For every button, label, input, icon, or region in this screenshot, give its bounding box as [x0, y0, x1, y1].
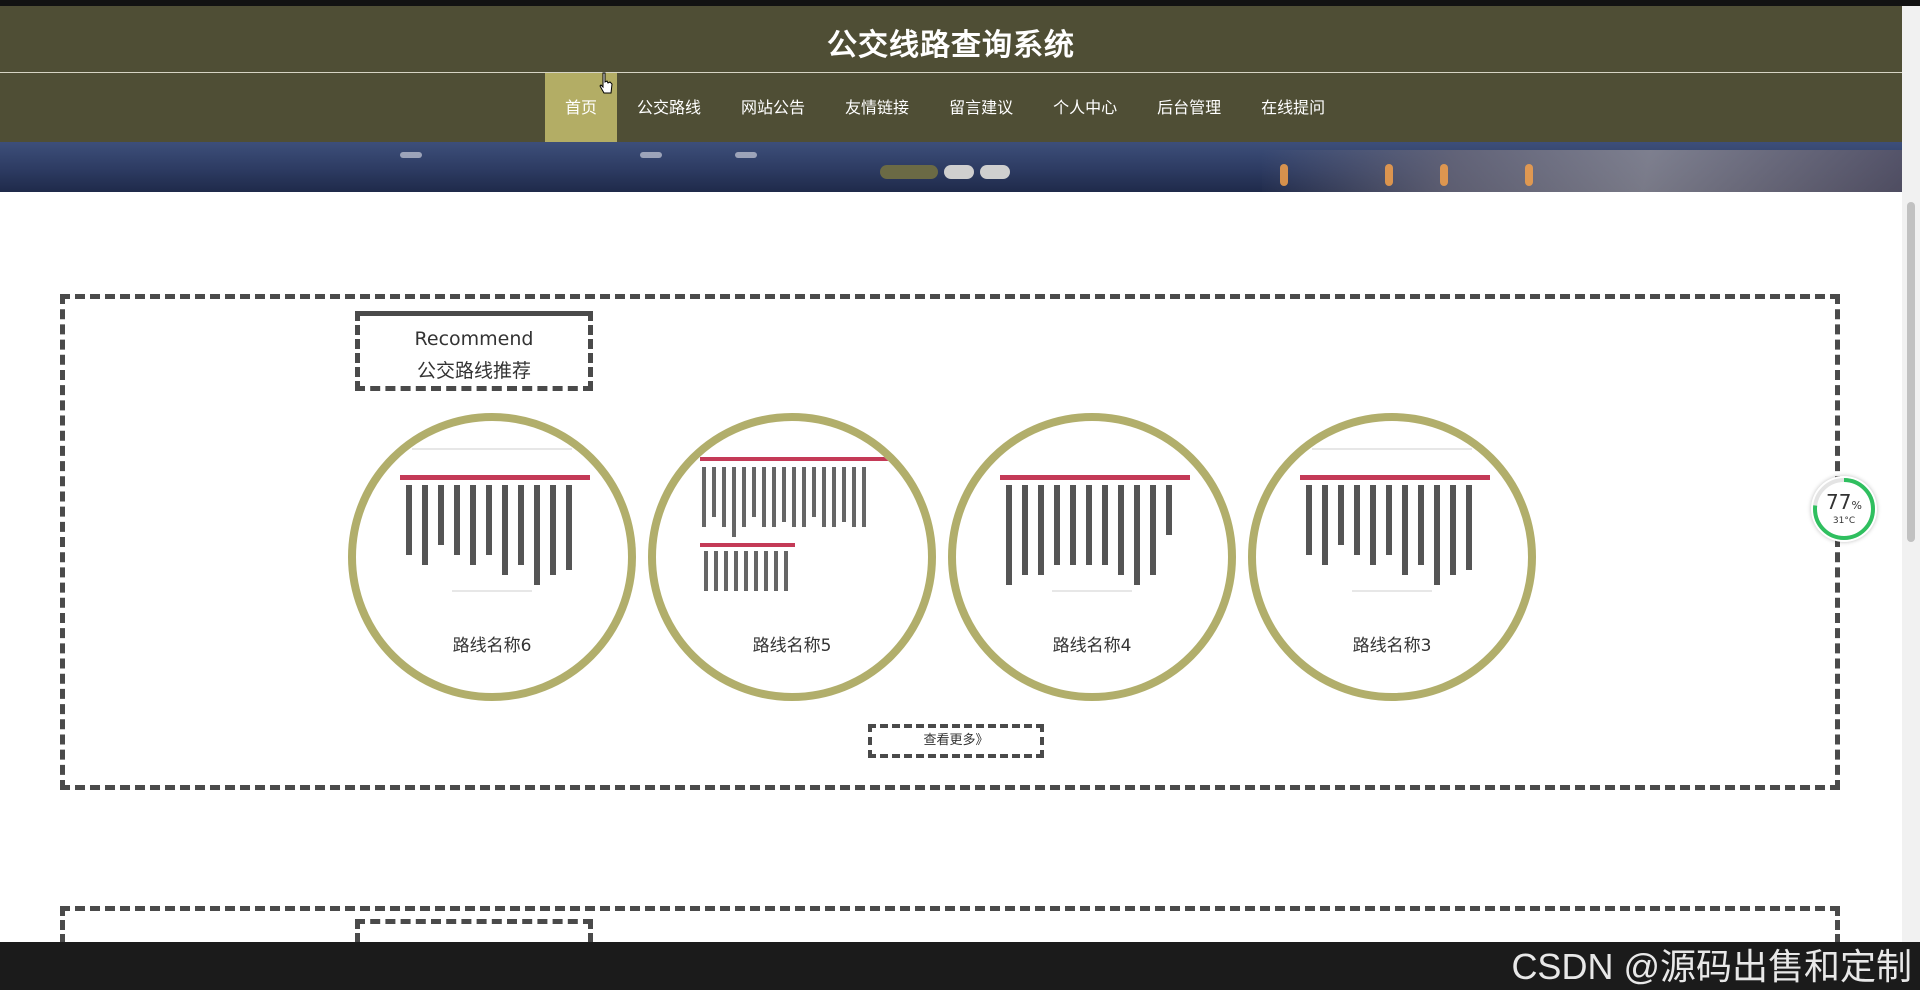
banner-boat: [640, 152, 662, 158]
banner-light: [1385, 164, 1393, 186]
performance-widget[interactable]: 77% 31°C: [1811, 476, 1877, 542]
route-schedule-image: [400, 448, 590, 592]
route-schedule-image: [1000, 475, 1190, 592]
banner-shore: [1262, 150, 1902, 192]
carousel-dot-1[interactable]: [880, 165, 938, 179]
widget-temperature: 31°C: [1832, 516, 1856, 526]
second-section-heading: [355, 919, 593, 942]
route-card[interactable]: 路线名称3: [1248, 413, 1536, 701]
screen: 公交线路查询系统 首页 公交路线 网站公告 友情链接 留言建议 个人中心 后台管…: [0, 0, 1920, 990]
nav-item-admin[interactable]: 后台管理: [1137, 73, 1241, 142]
second-section: [60, 906, 1840, 942]
route-name: 路线名称5: [752, 636, 832, 656]
carousel-dots: [880, 165, 1010, 179]
banner-light: [1440, 164, 1448, 186]
nav-item-announcements[interactable]: 网站公告: [721, 73, 825, 142]
route-schedule-image: [1300, 448, 1490, 592]
banner-light: [1280, 164, 1288, 186]
widget-percent-value: 77: [1826, 490, 1852, 514]
widget-percent: 77%: [1811, 490, 1877, 514]
carousel-dot-2[interactable]: [944, 165, 974, 179]
route-card[interactable]: 路线名称4: [948, 413, 1236, 701]
nav-item-user-center[interactable]: 个人中心: [1033, 73, 1137, 142]
nav-item-friend-links[interactable]: 友情链接: [825, 73, 929, 142]
recommend-heading: Recommend 公交路线推荐: [355, 311, 593, 391]
mouse-cursor-icon: [599, 72, 613, 94]
page: 公交线路查询系统 首页 公交路线 网站公告 友情链接 留言建议 个人中心 后台管…: [0, 6, 1902, 942]
nav-item-online-question[interactable]: 在线提问: [1241, 73, 1345, 142]
route-cards: 路线名称6 路线名称5 路线名称4 路线名称3: [348, 413, 1536, 701]
recommend-section: Recommend 公交路线推荐 路线名称6 路线名称5 路线名称4 路线名称3…: [60, 294, 1840, 790]
nav-list: 首页 公交路线 网站公告 友情链接 留言建议 个人中心 后台管理 在线提问: [545, 73, 1345, 142]
route-name: 路线名称3: [1352, 636, 1432, 656]
scrollbar-thumb[interactable]: [1907, 202, 1915, 542]
nav-item-feedback[interactable]: 留言建议: [929, 73, 1033, 142]
route-card[interactable]: 路线名称5: [648, 413, 936, 701]
nav-item-bus-routes[interactable]: 公交路线: [617, 73, 721, 142]
banner-boat: [735, 152, 757, 158]
recommend-heading-zh: 公交路线推荐: [416, 360, 531, 382]
main-nav: 首页 公交路线 网站公告 友情链接 留言建议 个人中心 后台管理 在线提问: [0, 73, 1902, 142]
site-title: 公交线路查询系统: [827, 28, 1075, 63]
route-name: 路线名称4: [1052, 636, 1132, 656]
banner-carousel[interactable]: [0, 142, 1902, 192]
widget-percent-sign: %: [1851, 499, 1862, 512]
route-name: 路线名称6: [452, 636, 532, 656]
recommend-heading-en: Recommend: [414, 328, 534, 350]
banner-light: [1525, 164, 1533, 186]
site-header: 公交线路查询系统: [0, 6, 1902, 72]
view-more-button[interactable]: 查看更多》: [868, 724, 1044, 758]
route-card[interactable]: 路线名称6: [348, 413, 636, 701]
carousel-dot-3[interactable]: [980, 165, 1010, 179]
vertical-scrollbar[interactable]: [1902, 6, 1920, 942]
watermark-text: CSDN @源码出售和定制: [1511, 946, 1912, 987]
route-schedule-image: [700, 457, 890, 591]
banner-boat: [400, 152, 422, 158]
